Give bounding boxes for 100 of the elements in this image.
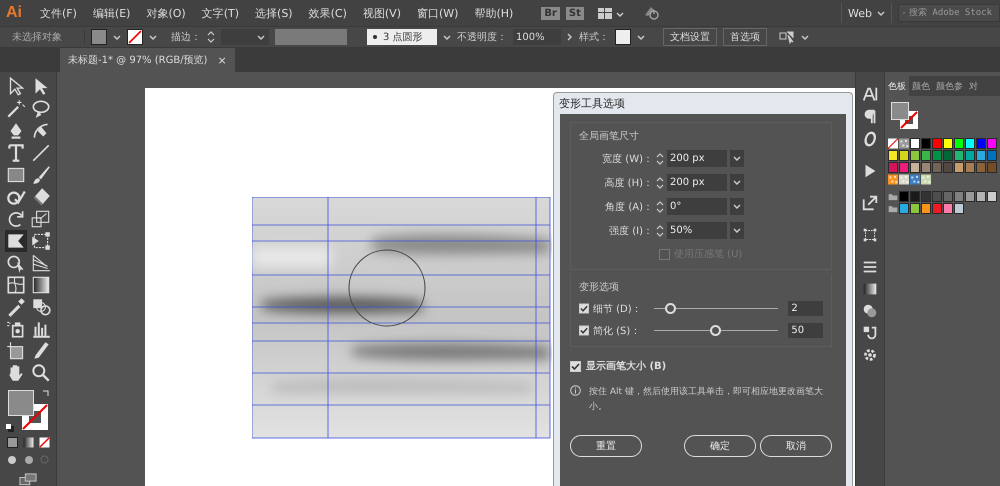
toolbar-button[interactable]: 首选项 <box>723 28 767 46</box>
spinner-icon[interactable] <box>656 200 664 214</box>
color-swatch[interactable] <box>932 191 942 202</box>
export-icon[interactable] <box>861 194 879 212</box>
color-swatch[interactable] <box>910 150 920 161</box>
color-swatch[interactable] <box>965 150 975 161</box>
toolbar-button[interactable]: 文档设置 <box>663 28 717 46</box>
draw-normal-icon[interactable] <box>6 454 18 466</box>
pattern-swatch[interactable] <box>899 174 909 185</box>
free-transform-tool-icon[interactable] <box>30 230 52 252</box>
dialog-button[interactable]: 确定 <box>684 435 756 457</box>
color-swatch[interactable] <box>987 162 997 173</box>
menu-item[interactable]: 文件(F) <box>32 6 85 20</box>
close-tab-button[interactable]: × <box>217 54 227 66</box>
color-swatch[interactable] <box>899 162 909 173</box>
slider-thumb[interactable] <box>710 325 721 336</box>
color-swatch[interactable] <box>976 138 986 149</box>
checkbox[interactable] <box>579 325 589 336</box>
menu-item[interactable]: 选择(S) <box>247 6 301 20</box>
input-field[interactable]: 0° <box>667 198 727 215</box>
dialog-button[interactable]: 取消 <box>760 435 832 457</box>
color-swatch[interactable] <box>943 138 953 149</box>
menu-item[interactable]: 窗口(W) <box>408 6 466 20</box>
align-icon[interactable] <box>779 30 795 44</box>
color-swatch[interactable] <box>921 162 931 173</box>
input-field[interactable]: 200 px <box>667 174 727 191</box>
dropdown-button[interactable] <box>730 222 744 239</box>
color-swatch[interactable] <box>965 191 975 202</box>
color-swatch[interactable] <box>888 162 898 173</box>
checkbox[interactable] <box>579 303 589 314</box>
color-swatch[interactable] <box>965 162 975 173</box>
color-swatch[interactable] <box>987 150 997 161</box>
color-mode-icon[interactable] <box>6 437 18 448</box>
menu-item[interactable]: 帮助(H) <box>466 6 522 20</box>
opacity-field[interactable]: 100% <box>513 29 561 45</box>
color-swatch[interactable] <box>976 150 986 161</box>
layout-grid-icon[interactable] <box>598 8 612 18</box>
color-swatch[interactable] <box>943 150 953 161</box>
spinner-icon[interactable] <box>656 224 664 238</box>
spinner-icon[interactable] <box>656 152 664 166</box>
color-swatch[interactable] <box>910 162 920 173</box>
color-swatch[interactable] <box>921 150 931 161</box>
workspace-switcher[interactable]: Web <box>848 6 872 20</box>
color-swatch[interactable] <box>943 162 953 173</box>
color-swatch[interactable] <box>976 162 986 173</box>
color-swatch[interactable] <box>932 138 942 149</box>
checkbox[interactable] <box>570 360 581 372</box>
dropdown-button[interactable] <box>730 150 744 167</box>
dialog-button[interactable]: 重置 <box>570 435 642 457</box>
dropdown-button[interactable] <box>730 174 744 191</box>
graphic-style-swatch[interactable] <box>615 29 631 45</box>
color-swatch[interactable] <box>921 191 931 202</box>
magic-wand-tool-icon[interactable] <box>4 98 26 120</box>
pattern-swatch[interactable] <box>910 174 920 185</box>
app-launch-button[interactable]: Br <box>541 6 560 20</box>
color-swatch[interactable] <box>954 162 964 173</box>
input-field[interactable]: 50% <box>667 222 727 239</box>
color-swatch[interactable] <box>932 162 942 173</box>
none-swatch[interactable] <box>888 138 898 149</box>
fill-color-box[interactable] <box>8 390 34 416</box>
panel-tab[interactable]: 色板 <box>885 76 909 96</box>
slider-thumb[interactable] <box>664 303 676 314</box>
color-swatch[interactable] <box>954 191 964 202</box>
menu-item[interactable]: 编辑(E) <box>84 6 138 20</box>
draw-behind-icon[interactable] <box>22 454 34 466</box>
screen-mode-icon[interactable] <box>18 473 38 486</box>
spinner-icon[interactable] <box>656 176 664 190</box>
color-swatch[interactable] <box>954 150 964 161</box>
input-field[interactable]: 200 px <box>667 150 727 167</box>
fill-swatch[interactable] <box>91 29 107 45</box>
transparency-panel-icon[interactable] <box>861 302 879 320</box>
menu-item[interactable]: 效果(C) <box>300 6 355 20</box>
pattern-swatch[interactable] <box>899 138 909 149</box>
scale-tool-icon[interactable] <box>30 208 52 230</box>
lasso-tool-icon[interactable] <box>30 98 52 120</box>
no-stroke-swatch[interactable] <box>127 29 143 45</box>
panel-tab[interactable]: 颜色 <box>909 76 933 96</box>
color-swatch[interactable] <box>888 150 898 161</box>
none-mode-icon[interactable] <box>38 437 50 448</box>
zoom-tool-icon[interactable] <box>30 362 52 384</box>
menu-item[interactable]: 视图(V) <box>354 6 409 20</box>
color-swatch[interactable] <box>932 203 942 214</box>
input-field[interactable]: 50 <box>788 323 824 338</box>
swap-colors-icon[interactable] <box>42 390 50 398</box>
fill-color-box[interactable] <box>891 102 909 120</box>
color-swatch[interactable] <box>910 138 920 149</box>
brush-dropdown[interactable]: 3 点圆形 <box>367 29 437 45</box>
color-swatch[interactable] <box>910 191 920 202</box>
color-swatch[interactable] <box>987 191 997 202</box>
color-swatch[interactable] <box>954 138 964 149</box>
color-swatch[interactable] <box>954 203 964 214</box>
color-swatch[interactable] <box>899 203 909 214</box>
pattern-swatch[interactable] <box>888 174 898 185</box>
color-swatch[interactable] <box>921 203 931 214</box>
warp-tool-icon[interactable] <box>4 230 26 252</box>
chevron-right-icon[interactable] <box>567 33 573 41</box>
app-launch-button[interactable]: St <box>566 6 584 20</box>
dropdown-button[interactable] <box>730 198 744 215</box>
color-swatch[interactable] <box>921 138 931 149</box>
input-field[interactable]: 2 <box>788 301 824 316</box>
